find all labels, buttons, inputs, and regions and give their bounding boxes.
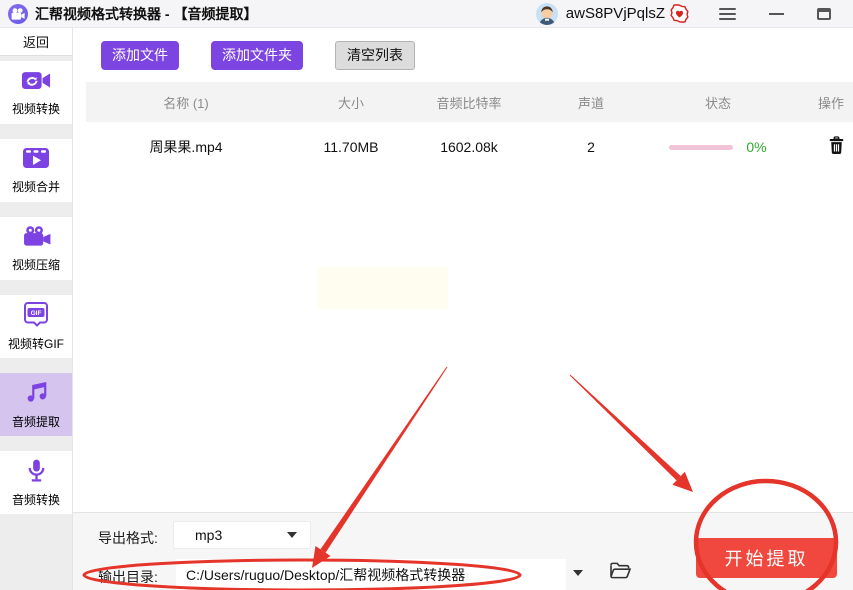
cell-file-size: 11.70MB: [323, 139, 379, 155]
app-logo-icon: [8, 3, 28, 24]
sidebar-item-audio-extract[interactable]: 音频提取: [0, 373, 72, 436]
start-extract-button[interactable]: 开始提取: [696, 538, 837, 578]
video-merge-icon: [22, 146, 50, 175]
sidebar-item-label: 音频转换: [11, 492, 60, 507]
export-format-label: 导出格式:: [98, 530, 158, 546]
export-format-select[interactable]: mp3: [173, 521, 311, 549]
column-header-bitrate: 音频比特率: [436, 95, 502, 111]
column-header-size: 大小: [337, 95, 364, 111]
cell-status: 0%: [660, 139, 776, 155]
titlebar-right: awS8PVjPqlsZ: [535, 2, 853, 25]
sidebar-item-video-merge[interactable]: 视频合并: [0, 139, 72, 202]
sidebar-item-label: 视频压缩: [11, 257, 60, 272]
clear-list-button[interactable]: 清空列表: [335, 40, 415, 70]
output-dir-chevron-down-icon[interactable]: [573, 570, 583, 576]
sidebar-item-video-to-gif[interactable]: GIF 视频转GIF: [0, 295, 72, 358]
chevron-down-icon: [287, 532, 297, 538]
sidebar-item-audio-convert[interactable]: 音频转换: [0, 451, 72, 514]
output-dir-value: C:/Users/ruguo/Desktop/汇帮视频格式转换器: [186, 567, 466, 583]
delete-trash-icon[interactable]: [828, 136, 845, 158]
cell-file-name: 周果果.mp4: [149, 139, 223, 155]
hamburger-menu-icon[interactable]: [719, 7, 736, 20]
window-title: 汇帮视频格式转换器 - 【音频提取】: [35, 5, 258, 22]
minimize-button[interactable]: [769, 12, 784, 15]
browse-folder-icon[interactable]: [609, 561, 632, 585]
user-avatar[interactable]: [535, 2, 558, 25]
main-panel: 添加文件 添加文件夹 清空列表 名称 (1) 大小 音频比特率 声道 状态 操作…: [72, 28, 853, 590]
sidebar: 返回 视频转换 视频合并 视频压缩 GIF 视频转GIF 音频提取 音频转换: [0, 28, 72, 590]
video-convert-icon: [21, 69, 51, 97]
sidebar-item-video-compress[interactable]: 视频压缩: [0, 217, 72, 280]
footer-panel: 导出格式: mp3 开始提取 输出目录: C:/Users/ruguo/Desk…: [73, 512, 853, 590]
sidebar-item-label: 视频转换: [11, 101, 60, 116]
app-window: 汇帮视频格式转换器 - 【音频提取】 awS8PVjPqlsZ 返回 视频转换 …: [0, 0, 853, 590]
progress-bar: [669, 144, 734, 150]
export-format-value: mp3: [195, 527, 223, 543]
cell-action: [776, 136, 853, 158]
table-row[interactable]: 周果果.mp4 11.70MB 1602.08k 2 0%: [86, 122, 853, 172]
cell-channels: 2: [587, 139, 595, 155]
cell-bitrate: 1602.08k: [440, 139, 498, 155]
audio-extract-icon: [23, 379, 49, 410]
sidebar-item-label: 音频提取: [11, 415, 60, 429]
back-button[interactable]: 返回: [0, 28, 72, 56]
vip-heart-badge-icon: [670, 4, 689, 23]
column-header-action: 操作: [817, 95, 844, 111]
column-header-name: 名称 (1): [163, 95, 209, 111]
watermark: [318, 267, 448, 309]
add-file-button[interactable]: 添加文件: [101, 40, 179, 70]
username-label: awS8PVjPqlsZ: [565, 5, 665, 22]
output-dir-label: 输出目录:: [98, 569, 158, 585]
svg-text:GIF: GIF: [31, 310, 42, 317]
video-compress-icon: [22, 225, 51, 253]
audio-convert-icon: [24, 458, 49, 488]
column-header-status: 状态: [704, 95, 731, 111]
maximize-button[interactable]: [817, 7, 831, 20]
table-header: 名称 (1) 大小 音频比特率 声道 状态 操作: [86, 82, 853, 122]
sidebar-item-label: 视频合并: [11, 180, 60, 194]
add-folder-button[interactable]: 添加文件夹: [211, 40, 303, 70]
column-header-channels: 声道: [577, 95, 604, 111]
output-dir-input[interactable]: C:/Users/ruguo/Desktop/汇帮视频格式转换器: [176, 559, 566, 590]
sidebar-item-video-convert[interactable]: 视频转换: [0, 61, 72, 124]
video-to-gif-icon: GIF: [23, 301, 49, 332]
toolbar: 添加文件 添加文件夹 清空列表: [73, 28, 853, 82]
sidebar-item-label: 视频转GIF: [8, 337, 64, 351]
progress-percent-label: 0%: [746, 139, 767, 155]
titlebar: 汇帮视频格式转换器 - 【音频提取】 awS8PVjPqlsZ: [0, 0, 853, 28]
file-table: 名称 (1) 大小 音频比特率 声道 状态 操作 周果果.mp4 11.70MB…: [86, 82, 853, 172]
